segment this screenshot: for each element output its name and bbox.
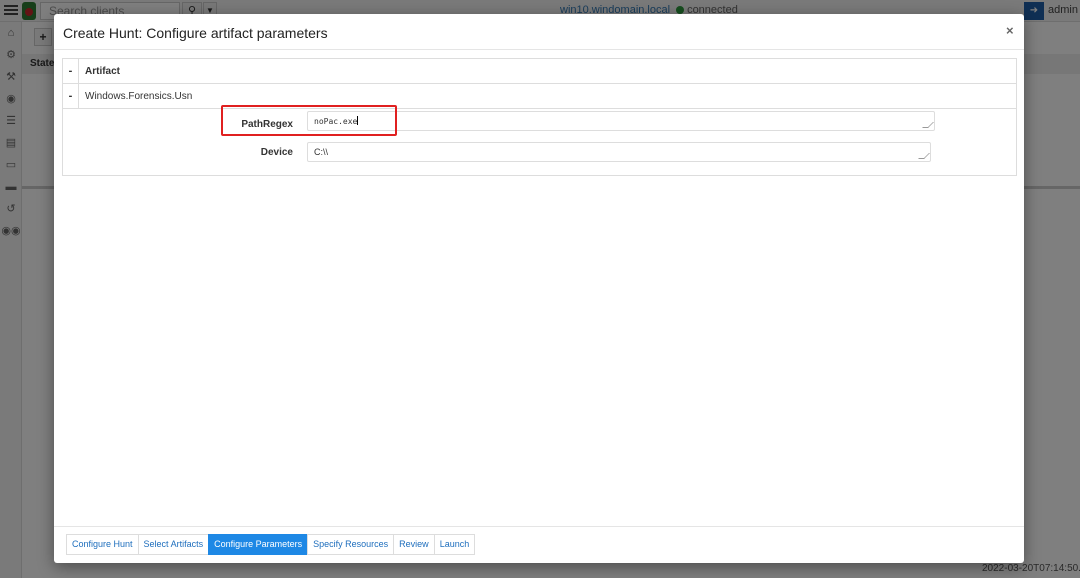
pathregex-input[interactable]: noPac.exe	[307, 111, 935, 131]
device-input[interactable]: C:\\	[307, 142, 931, 162]
modal-header: Create Hunt: Configure artifact paramete…	[54, 14, 1024, 50]
modal-title: Create Hunt: Configure artifact paramete…	[63, 25, 328, 41]
table-row: - Windows.Forensics.Usn	[63, 84, 1016, 109]
table-header-row: - Artifact	[63, 59, 1016, 84]
modal-footer: Configure Hunt Select Artifacts Configur…	[54, 526, 1024, 563]
close-icon[interactable]: ×	[1006, 23, 1014, 38]
collapse-all-toggle[interactable]: -	[63, 59, 79, 83]
artifact-column-header: Artifact	[85, 66, 121, 77]
step-configure-parameters[interactable]: Configure Parameters	[208, 534, 309, 555]
annotation-highlight-box	[221, 105, 397, 136]
wizard-steps: Configure Hunt Select Artifacts Configur…	[66, 534, 476, 555]
step-specify-resources[interactable]: Specify Resources	[307, 534, 395, 555]
device-value: C:\\	[314, 147, 329, 157]
step-launch[interactable]: Launch	[433, 534, 476, 555]
collapse-artifact-toggle[interactable]: -	[63, 84, 79, 108]
create-hunt-modal: Create Hunt: Configure artifact paramete…	[54, 14, 1024, 563]
resize-handle-icon[interactable]	[922, 122, 934, 128]
artifact-name: Windows.Forensics.Usn	[85, 91, 193, 102]
step-configure-hunt[interactable]: Configure Hunt	[66, 534, 139, 555]
step-review[interactable]: Review	[393, 534, 435, 555]
device-label: Device	[260, 147, 293, 158]
resize-handle-icon[interactable]	[918, 153, 930, 159]
step-select-artifacts[interactable]: Select Artifacts	[137, 534, 210, 555]
